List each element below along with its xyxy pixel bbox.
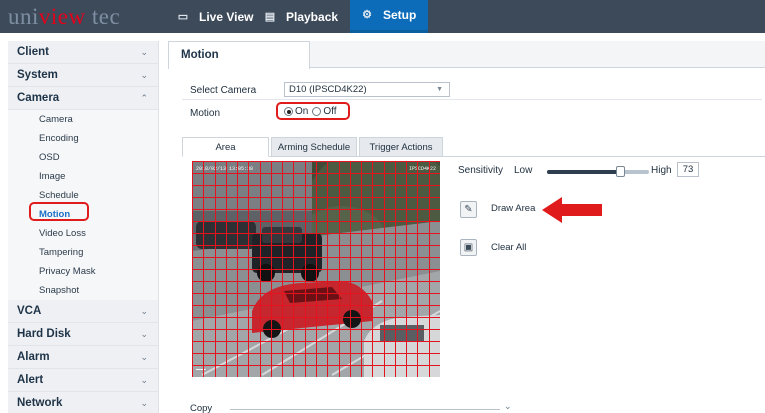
sidebar-section-client[interactable]: Client ⌄: [8, 41, 158, 64]
nav-setup-label: Setup: [383, 8, 417, 22]
tab-motion[interactable]: Motion: [168, 41, 310, 69]
video-preview[interactable]: 2018/02/13 13:05:38 IPSCD4K22 ▬▬▬▬: [192, 161, 440, 377]
chevron-up-icon: ⌃: [140, 93, 148, 103]
tab-arming-schedule[interactable]: Arming Schedule: [271, 137, 357, 157]
sensitivity-label: Sensitivity: [458, 165, 504, 176]
sidebar-section-label: Hard Disk: [17, 328, 71, 340]
sensitivity-low-label: Low: [514, 165, 533, 176]
sidebar-section-label: Alarm: [17, 351, 50, 363]
top-bar: uniview tec ▭ Live View ▤ Playback ⚙ Set…: [0, 0, 765, 33]
sidebar-item-encoding[interactable]: Encoding: [8, 129, 158, 148]
tab-area[interactable]: Area: [182, 137, 269, 157]
clear-all-label[interactable]: Clear All: [491, 242, 526, 253]
chevron-down-icon: ⌄: [140, 306, 148, 316]
sidebar-section-hard-disk[interactable]: Hard Disk ⌄: [8, 323, 158, 346]
video-camera-name: IPSCD4K22: [409, 166, 436, 172]
sidebar-item-snapshot[interactable]: Snapshot: [8, 281, 158, 300]
app-root: uniview tec ▭ Live View ▤ Playback ⚙ Set…: [0, 0, 765, 413]
sidebar-item-tampering[interactable]: Tampering: [8, 243, 158, 262]
sidebar-section-alarm[interactable]: Alarm ⌄: [8, 346, 158, 369]
draw-area-button[interactable]: ✎: [460, 201, 477, 218]
sub-tab-bar: Area Arming Schedule Trigger Actions: [182, 137, 765, 157]
nav-playback-label: Playback: [286, 9, 339, 24]
logo-text-tec: tec: [91, 4, 121, 29]
sidebar-item-video-loss[interactable]: Video Loss: [8, 224, 158, 243]
chevron-down-icon: ⌄: [140, 70, 148, 80]
tab-trigger-actions[interactable]: Trigger Actions: [359, 137, 443, 157]
sidebar-section-label: VCA: [17, 305, 42, 317]
monitor-icon: ▭: [177, 10, 189, 23]
sidebar-section-network[interactable]: Network ⌄: [8, 392, 158, 413]
sidebar-section-label: Alert: [17, 374, 44, 386]
divider: [182, 99, 762, 100]
sidebar-section-system[interactable]: System ⌄: [8, 64, 158, 87]
gear-icon: ⚙: [362, 9, 372, 21]
sensitivity-value-input[interactable]: 73: [677, 162, 699, 177]
chevron-down-icon: ⌄: [140, 47, 148, 57]
sidebar: Client ⌄ System ⌄ Camera ⌃ Camera Encodi…: [8, 41, 159, 413]
chevron-down-icon: ⌄: [140, 352, 148, 362]
select-camera-value: D10 (IPSCD4K22): [289, 84, 367, 95]
sidebar-item-osd[interactable]: OSD: [8, 148, 158, 167]
nav-playback[interactable]: ▤ Playback: [263, 0, 338, 33]
logo-text-uni: uni: [8, 4, 39, 29]
chevron-down-icon: ⌄: [140, 398, 148, 408]
copy-line: [230, 409, 500, 410]
video-timestamp: 2018/02/13 13:05:38: [196, 166, 253, 172]
sidebar-section-camera[interactable]: Camera ⌃: [8, 87, 158, 110]
nav-live-view[interactable]: ▭ Live View: [176, 0, 254, 33]
copy-label: Copy: [190, 403, 213, 413]
select-camera-dropdown[interactable]: D10 (IPSCD4K22) ▼: [284, 82, 450, 97]
motion-label: Motion: [190, 108, 221, 119]
sensitivity-slider[interactable]: [547, 166, 649, 177]
select-camera-label: Select Camera: [190, 85, 257, 96]
trash-icon: ▣: [463, 242, 474, 253]
sidebar-section-label: Client: [17, 46, 49, 58]
brand-logo: uniview tec: [8, 4, 128, 30]
chevron-down-icon: ⌄: [140, 375, 148, 385]
sidebar-section-label: System: [17, 69, 58, 81]
slider-fill: [547, 170, 621, 174]
pencil-icon: ✎: [464, 204, 473, 215]
sidebar-section-label: Camera: [17, 92, 60, 104]
sidebar-section-vca[interactable]: VCA ⌄: [8, 300, 158, 323]
logo-text-view: view: [38, 4, 86, 29]
nav-live-view-label: Live View: [199, 9, 254, 24]
sidebar-item-image[interactable]: Image: [8, 167, 158, 186]
main-panel: Motion Select Camera D10 (IPSCD4K22) ▼ M…: [168, 41, 765, 413]
motion-radio-highlight-box: [276, 102, 350, 120]
video-corner-label: ▬▬▬▬: [196, 368, 206, 372]
sensitivity-high-label: High: [651, 165, 672, 176]
slider-thumb[interactable]: [616, 166, 625, 177]
chevron-down-icon[interactable]: ⌄: [504, 401, 512, 412]
sidebar-item-privacy-mask[interactable]: Privacy Mask: [8, 262, 158, 281]
motion-highlight-box: [29, 202, 89, 221]
red-arrow-annotation: [542, 197, 602, 223]
camera-scene: 2018/02/13 13:05:38 IPSCD4K22 ▬▬▬▬: [192, 161, 440, 377]
sidebar-item-camera[interactable]: Camera: [8, 110, 158, 129]
draw-area-label[interactable]: Draw Area: [491, 203, 535, 214]
main-tab-bar: Motion: [168, 41, 765, 69]
sidebar-section-alert[interactable]: Alert ⌄: [8, 369, 158, 392]
chevron-down-icon: ▼: [436, 86, 443, 93]
nav-setup[interactable]: ⚙ Setup: [350, 0, 429, 33]
film-icon: ▤: [264, 10, 276, 23]
sidebar-section-label: Network: [17, 397, 63, 409]
clear-all-button[interactable]: ▣: [460, 239, 477, 256]
chevron-down-icon: ⌄: [140, 329, 148, 339]
